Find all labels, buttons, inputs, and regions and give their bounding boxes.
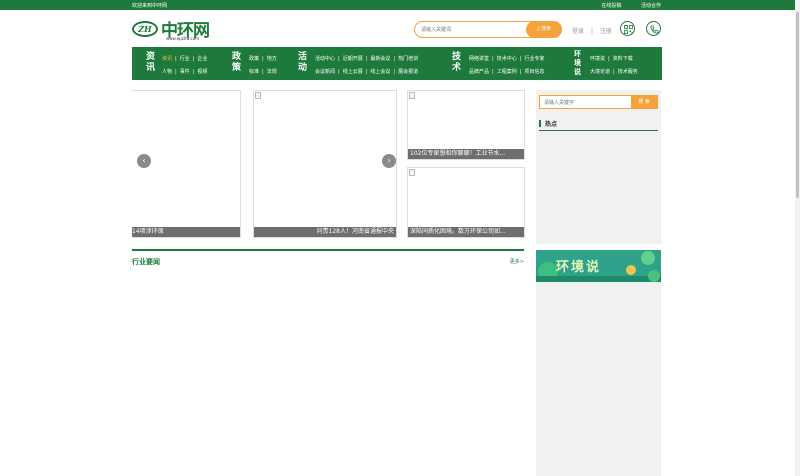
sidebar-search-input[interactable] bbox=[544, 98, 624, 107]
nav-item-enterprise[interactable]: 企业 bbox=[197, 56, 207, 62]
nav-item-events[interactable]: 事件 bbox=[180, 69, 190, 75]
qr-code-icon[interactable] bbox=[620, 21, 635, 36]
nav-item-tech-service[interactable]: 技术服务 bbox=[618, 69, 638, 75]
carousel-prev-button[interactable]: ‹ bbox=[137, 154, 151, 168]
industry-news-more-link[interactable]: 更多> bbox=[510, 258, 524, 265]
nav-item-downloads[interactable]: 资料下载 bbox=[613, 56, 633, 62]
carousel-next-button[interactable]: › bbox=[382, 154, 396, 168]
nav-category-technology[interactable]: 技术 bbox=[452, 52, 462, 74]
nav-item-video[interactable]: 视频 bbox=[197, 69, 207, 75]
auth-links: 登录 | 注册 bbox=[572, 26, 617, 35]
scrollbar-thumb[interactable] bbox=[796, 12, 799, 198]
nav-item-activity-center[interactable]: 活动中心 bbox=[315, 56, 335, 62]
nav-category-activities[interactable]: 活动 bbox=[298, 52, 308, 74]
sidebar: 搜 索 热点 环境说 bbox=[536, 90, 661, 476]
news-carousel: 14项涉环保 问责128人！河南省通报中央 ‹ › 102位专家想和你聊聊！工业… bbox=[132, 90, 528, 238]
environment-talk-banner[interactable]: 环境说 bbox=[536, 250, 661, 282]
nav-category-policy[interactable]: 政策 bbox=[232, 52, 242, 74]
main-nav: 资讯 资讯 | 行业 | 企业 人物 | 事件 | 视频 政策 政策 | 地方 标准 | 法规 活动 活… bbox=[132, 47, 662, 80]
page-scrollbar[interactable] bbox=[795, 0, 800, 476]
submit-article-link[interactable]: 在线投稿 bbox=[601, 3, 621, 9]
banner-title: 环境说 bbox=[556, 260, 602, 275]
carousel-caption: 问责128人！河南省通报中央 bbox=[254, 227, 396, 237]
nav-item-expo-reports[interactable]: 展会报道 bbox=[398, 69, 418, 75]
header-search-label: 搜索 bbox=[541, 26, 552, 32]
carousel-slide-main[interactable]: 问责128人！河南省通报中央 bbox=[253, 90, 397, 238]
nav-item-hot-training[interactable]: 热门培训 bbox=[398, 56, 418, 62]
top-bar: 欢迎来到中环网 在线投稿 活动合作 bbox=[0, 0, 795, 10]
nav-item-regulations[interactable]: 法规 bbox=[267, 69, 277, 75]
industry-news-title: 行业要闻 bbox=[132, 258, 160, 266]
login-link[interactable]: 登录 bbox=[572, 28, 584, 35]
register-link[interactable]: 注册 bbox=[600, 28, 612, 35]
search-icon: ▯ bbox=[536, 26, 540, 32]
nav-item-upcoming[interactable]: 近期开展 bbox=[343, 56, 363, 62]
phone-icon[interactable] bbox=[646, 21, 661, 36]
nav-item-engineering-cases[interactable]: 工程案例 bbox=[497, 69, 517, 75]
header-search-button[interactable]: ▯ 搜索 bbox=[526, 21, 562, 38]
nav-item-project-info[interactable]: 项目信息 bbox=[524, 69, 544, 75]
welcome-text: 欢迎来到中环网 bbox=[132, 3, 168, 9]
nav-item-industry[interactable]: 行业 bbox=[180, 56, 190, 62]
broken-image-icon bbox=[409, 169, 415, 176]
nav-item-local[interactable]: 地方 bbox=[267, 56, 277, 62]
logo-badge: ZH bbox=[132, 21, 158, 37]
broken-image-icon bbox=[255, 92, 261, 99]
nav-item-experts[interactable]: 行业专家 bbox=[524, 56, 544, 62]
nav-item-meeting-news[interactable]: 会议新闻 bbox=[315, 69, 335, 75]
nav-item-webinar[interactable]: 网络讲堂 bbox=[469, 56, 489, 62]
event-cooperation-link[interactable]: 活动合作 bbox=[641, 3, 661, 9]
hot-topics-title: 热点 bbox=[539, 119, 658, 131]
nav-category-news[interactable]: 资讯 bbox=[146, 52, 156, 74]
auth-divider: | bbox=[590, 28, 593, 35]
nav-item-latest-meetings[interactable]: 最新会议 bbox=[370, 56, 390, 62]
nav-item-environment-talk[interactable]: 环境说 bbox=[590, 56, 605, 62]
broken-image-icon bbox=[409, 92, 415, 99]
nav-item-online-expo[interactable]: 线上云展 bbox=[343, 69, 363, 75]
header-search: ▯ 搜索 bbox=[414, 21, 562, 38]
industry-news-header: 行业要闻 更多> bbox=[132, 249, 524, 266]
feature-card-bottom[interactable]: 深陷同质化困境。数万环保公司如... bbox=[407, 167, 525, 238]
feature-caption: 102位专家想和你聊聊！工业节水... bbox=[408, 149, 524, 159]
header-search-input[interactable] bbox=[421, 25, 499, 35]
nav-category-environment-talk[interactable]: 环境说 bbox=[574, 50, 584, 77]
feature-card-top[interactable]: 102位专家想和你聊聊！工业节水... bbox=[407, 90, 525, 160]
nav-item-standards[interactable]: 标准 bbox=[249, 69, 259, 75]
nav-item-online-meetings[interactable]: 线上会议 bbox=[370, 69, 390, 75]
sidebar-search-button[interactable]: 搜 索 bbox=[631, 96, 657, 108]
site-logo[interactable]: ZH 中环网 www.epzhw.com bbox=[132, 16, 216, 44]
nav-item-forum[interactable]: 大境论道 bbox=[590, 69, 610, 75]
nav-item-people[interactable]: 人物 bbox=[162, 69, 172, 75]
nav-item-news[interactable]: 资讯 bbox=[162, 56, 172, 62]
carousel-caption: 14项涉环保 bbox=[132, 227, 240, 237]
nav-item-tech-center[interactable]: 技术中心 bbox=[497, 56, 517, 62]
sidebar-search: 搜 索 bbox=[539, 95, 658, 109]
logo-url: www.epzhw.com bbox=[166, 36, 200, 41]
feature-caption: 深陷同质化困境。数万环保公司如... bbox=[408, 227, 524, 237]
nav-item-policy[interactable]: 政策 bbox=[249, 56, 259, 62]
nav-item-brand-products[interactable]: 品牌产品 bbox=[469, 69, 489, 75]
